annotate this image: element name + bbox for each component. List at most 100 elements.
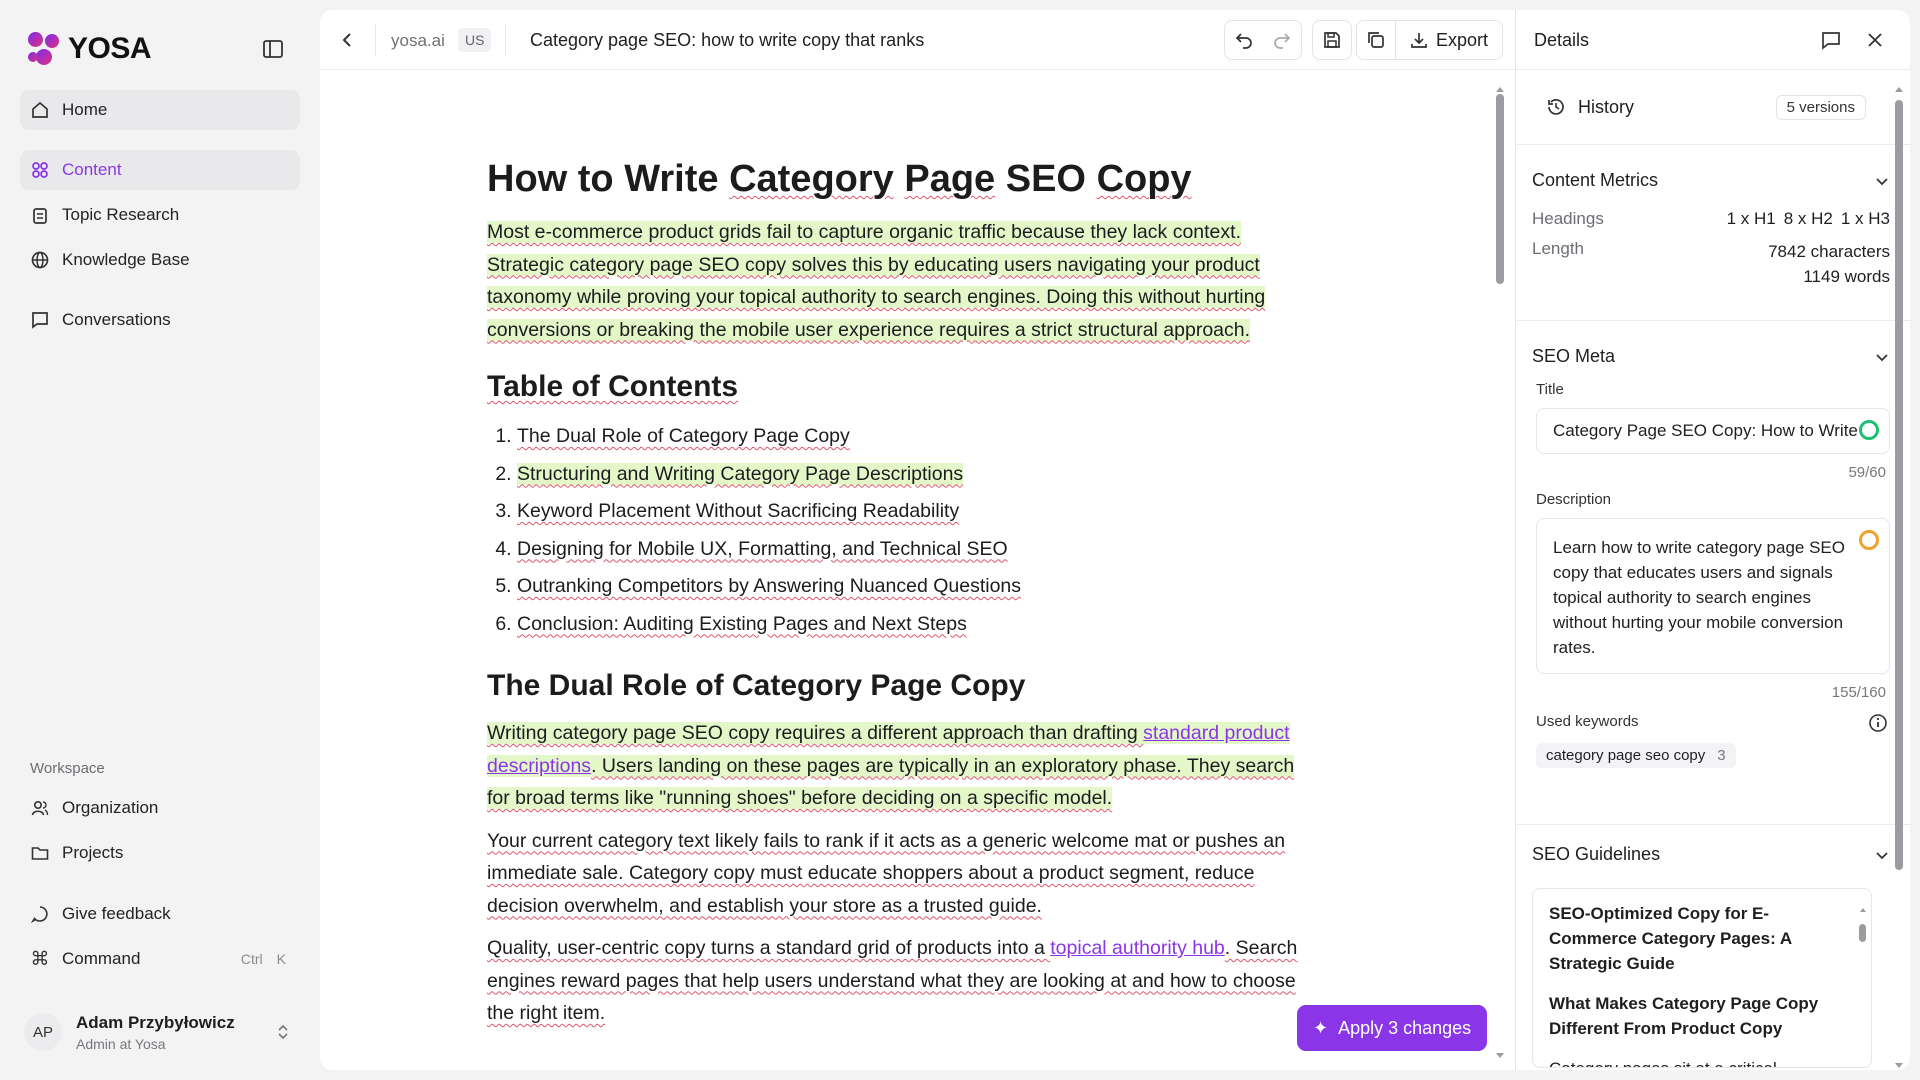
sidebar-item-conversations[interactable]: Conversations xyxy=(20,300,300,340)
redo-button[interactable] xyxy=(1263,21,1301,59)
back-icon[interactable] xyxy=(338,30,358,50)
sidebar-item-projects[interactable]: Projects xyxy=(20,833,300,873)
sidebar-item-knowledge-base[interactable]: Knowledge Base xyxy=(20,240,300,280)
yosa-logo-icon xyxy=(28,32,62,66)
h1-count: 1 x H1 xyxy=(1726,209,1776,228)
intro-text: Most e-commerce product grids fail to ca… xyxy=(487,221,1266,341)
details-scrollbar[interactable] xyxy=(1894,80,1904,1070)
export-button[interactable]: Export xyxy=(1396,21,1502,59)
scroll-down-icon xyxy=(1496,1053,1504,1058)
sidebar: YOSA Home Content Topic Research Knowled… xyxy=(0,0,320,1080)
words-count: 1149 words xyxy=(1803,267,1890,286)
editor-scrollbar[interactable] xyxy=(1495,80,1505,1060)
length-metric: Length 7842 characters 1149 words xyxy=(1532,239,1890,289)
sidebar-item-label: Knowledge Base xyxy=(62,250,190,269)
toc-item-text: Conclusion: Auditing Existing Pages and … xyxy=(517,612,967,635)
globe-icon xyxy=(30,250,50,270)
brand-logo[interactable]: YOSA xyxy=(28,32,152,66)
user-name: Adam Przybyłowicz xyxy=(76,1012,235,1032)
close-icon[interactable] xyxy=(1866,31,1884,49)
characters-count: 7842 characters xyxy=(1768,242,1890,261)
paragraph: Your current category text likely fails … xyxy=(487,829,1286,917)
toc-item[interactable]: Designing for Mobile UX, Formatting, and… xyxy=(517,531,1317,569)
status-ok-icon xyxy=(1859,420,1879,440)
h1-text: Category xyxy=(729,158,894,200)
sidebar-item-content[interactable]: Content xyxy=(20,150,300,190)
intro-paragraph: Most e-commerce product grids fail to ca… xyxy=(487,216,1317,346)
scroll-thumb[interactable] xyxy=(1859,924,1866,942)
scroll-thumb[interactable] xyxy=(1895,100,1903,870)
meta-description-count: 155/160 xyxy=(1831,684,1886,701)
apply-changes-button[interactable]: ✦ Apply 3 changes xyxy=(1297,1005,1488,1051)
used-keywords-row: Used keywords xyxy=(1536,713,1890,733)
details-header: Details xyxy=(1516,10,1910,70)
undo-icon xyxy=(1235,33,1252,49)
chat-icon xyxy=(30,310,50,330)
redo-icon xyxy=(1274,33,1291,49)
copy-button[interactable] xyxy=(1357,21,1395,59)
export-label: Export xyxy=(1436,29,1489,50)
give-feedback-button[interactable]: Give feedback xyxy=(20,894,300,934)
article-content[interactable]: How to Write Category Page SEO Copy Most… xyxy=(487,100,1317,1040)
scroll-thumb[interactable] xyxy=(1496,94,1504,284)
command-button[interactable]: ⌘ Command Ctrl K xyxy=(20,939,300,979)
clipboard-icon xyxy=(30,205,50,225)
toc-item[interactable]: Outranking Competitors by Answering Nuan… xyxy=(517,568,1317,606)
undo-redo-group xyxy=(1224,20,1302,60)
sidebar-item-label: Content xyxy=(62,160,122,179)
content-metrics-section: Content Metrics Headings 1 x H1 8 x H2 1… xyxy=(1532,170,1890,289)
divider xyxy=(505,24,506,56)
seo-guidelines-header[interactable]: SEO Guidelines xyxy=(1532,844,1890,865)
kbd-k: K xyxy=(276,951,286,967)
scroll-down-icon xyxy=(1895,1063,1903,1068)
feedback-label: Give feedback xyxy=(62,904,171,923)
save-button[interactable] xyxy=(1313,21,1351,59)
versions-badge: 5 versions xyxy=(1775,94,1866,120)
keyword-chip[interactable]: category page seo copy 3 xyxy=(1536,743,1736,768)
avatar: AP xyxy=(24,1013,62,1051)
meta-description-input[interactable]: Learn how to write category page SEO cop… xyxy=(1536,518,1890,674)
toc-item-text: Outranking Competitors by Answering Nuan… xyxy=(517,575,1022,597)
guideline-heading: SEO-Optimized Copy for E-Commerce Catego… xyxy=(1549,904,1792,973)
toc-item[interactable]: The Dual Role of Category Page Copy xyxy=(517,418,1317,456)
inline-link[interactable]: topical authority hub xyxy=(1050,937,1225,959)
details-title: Details xyxy=(1534,30,1590,50)
chevron-down-icon xyxy=(1876,177,1888,185)
toc-list: The Dual Role of Category Page Copy Stru… xyxy=(487,418,1317,643)
sidebar-item-home[interactable]: Home xyxy=(20,90,300,130)
guideline-text: Category pages sit at a critical xyxy=(1549,1059,1777,1067)
seo-guidelines-box[interactable]: SEO-Optimized Copy for E-Commerce Catego… xyxy=(1532,888,1872,1068)
keyword-text: category page seo copy xyxy=(1546,747,1706,764)
seo-meta-header[interactable]: SEO Meta xyxy=(1532,346,1890,367)
toc-item-text: The Dual Role of Category Page Copy xyxy=(517,425,850,447)
sidebar-item-organization[interactable]: Organization xyxy=(20,788,300,828)
sidebar-item-label: Organization xyxy=(62,798,159,817)
site-name[interactable]: yosa.ai xyxy=(391,31,445,51)
meta-title-input[interactable]: Category Page SEO Copy: How to Write xyxy=(1536,408,1890,454)
article-h1: How to Write Category Page SEO Copy xyxy=(487,156,1317,202)
h1-text: SEO xyxy=(995,158,1097,200)
sidebar-item-label: Home xyxy=(62,100,108,119)
message-circle-icon xyxy=(30,904,50,924)
user-menu[interactable]: AP Adam Przybyłowicz Admin at Yosa xyxy=(24,1004,300,1060)
chevron-down-icon xyxy=(1876,353,1888,361)
used-keywords-label: Used keywords xyxy=(1536,713,1639,730)
toc-item[interactable]: Structuring and Writing Category Page De… xyxy=(517,456,1317,494)
editor-toolbar: yosa.ai US Category page SEO: how to wri… xyxy=(320,10,1515,70)
comment-icon[interactable] xyxy=(1821,30,1841,50)
divider xyxy=(1516,144,1910,145)
editor-panel: yosa.ai US Category page SEO: how to wri… xyxy=(320,10,1515,1070)
sidebar-toggle-icon[interactable] xyxy=(262,38,284,60)
sidebar-item-topic-research[interactable]: Topic Research xyxy=(20,195,300,235)
toc-item[interactable]: Keyword Placement Without Sacrificing Re… xyxy=(517,493,1317,531)
document-title[interactable]: Category page SEO: how to write copy tha… xyxy=(530,30,924,51)
sidebar-item-label: Conversations xyxy=(62,310,171,329)
content-metrics-header[interactable]: Content Metrics xyxy=(1532,170,1890,191)
undo-button[interactable] xyxy=(1225,21,1263,59)
scroll-up-icon xyxy=(1860,908,1866,912)
toc-item[interactable]: Conclusion: Auditing Existing Pages and … xyxy=(517,606,1317,644)
history-row[interactable]: History 5 versions xyxy=(1526,82,1886,132)
guidelines-scrollbar[interactable] xyxy=(1859,895,1867,942)
h1-text: How to Write xyxy=(487,158,730,200)
info-icon[interactable] xyxy=(1868,713,1888,733)
